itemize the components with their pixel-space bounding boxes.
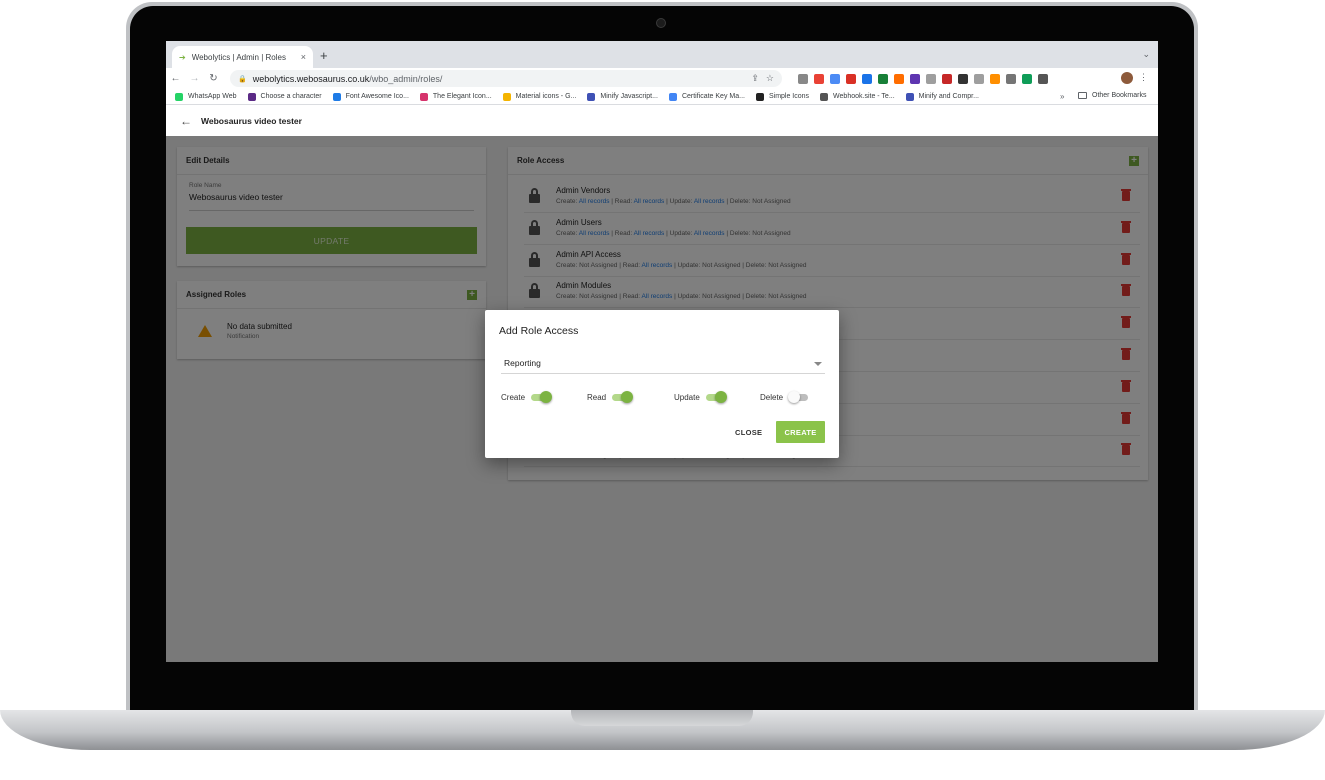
back-arrow-icon[interactable]: ← xyxy=(180,114,192,128)
bookmark-item[interactable]: The Elegant Icon... xyxy=(419,92,492,101)
bookmark-favicon-icon xyxy=(247,92,256,101)
extension-icon[interactable] xyxy=(814,73,824,84)
bookmark-favicon-icon xyxy=(332,92,341,101)
toggle-create: Create xyxy=(501,391,553,403)
bookmark-favicon-icon xyxy=(587,92,596,101)
bookmark-item[interactable]: Choose a character xyxy=(247,92,322,101)
module-select[interactable]: Reporting xyxy=(501,353,825,374)
extension-icon[interactable] xyxy=(926,73,936,84)
other-bookmarks-label: Other Bookmarks xyxy=(1092,92,1147,99)
toggle-delete: Delete xyxy=(760,391,810,403)
extension-icon[interactable] xyxy=(798,73,808,84)
tab-title: Webolytics | Admin | Roles xyxy=(191,52,286,62)
bookmark-label: Certificate Key Ma... xyxy=(681,93,745,100)
share-icon[interactable]: ⇪ xyxy=(751,73,759,84)
screen: ➔ Webolytics | Admin | Roles × + ⌄ ← → ↻… xyxy=(166,41,1158,662)
extension-icon[interactable] xyxy=(830,73,840,84)
tab-search-icon[interactable]: ⌄ xyxy=(1142,49,1150,60)
bookmark-label: Simple Icons xyxy=(768,93,810,100)
extension-icon[interactable] xyxy=(878,73,888,84)
toggle-update: Update xyxy=(674,391,727,403)
bookmark-label: Minify and Compr... xyxy=(918,93,979,100)
folder-icon xyxy=(1078,92,1087,99)
add-role-access-dialog: Add Role Access Reporting Create Read Upda… xyxy=(485,310,839,458)
profile-avatar[interactable] xyxy=(1121,72,1133,84)
bookmark-favicon-icon xyxy=(905,92,914,101)
bookmark-star-icon[interactable]: ☆ xyxy=(766,73,774,84)
browser-menu-icon[interactable]: ⋮ xyxy=(1139,72,1148,83)
bookmark-favicon-icon xyxy=(668,92,677,101)
create-button[interactable]: CREATE xyxy=(776,421,825,443)
more-bookmarks-icon[interactable]: » xyxy=(1060,92,1064,101)
laptop-notch xyxy=(571,710,753,726)
dialog-title: Add Role Access xyxy=(499,325,579,337)
close-button[interactable]: CLOSE xyxy=(727,421,770,443)
url-host: webolytics.webosaurus.co.uk xyxy=(252,73,370,84)
extension-icon[interactable] xyxy=(894,73,904,84)
bookmark-favicon-icon xyxy=(820,92,829,101)
extension-icons xyxy=(798,70,1051,87)
camera xyxy=(656,18,666,28)
extension-icon[interactable] xyxy=(846,73,856,84)
toggle-read: Read xyxy=(587,391,634,403)
extension-icon[interactable] xyxy=(910,73,920,84)
toggle-switch[interactable] xyxy=(612,391,634,403)
extension-icon[interactable] xyxy=(862,73,872,84)
browser-tabbar: ➔ Webolytics | Admin | Roles × + ⌄ xyxy=(166,41,1158,68)
toggle-label: Read xyxy=(587,392,607,402)
extension-icon[interactable] xyxy=(974,73,984,84)
webolytics-favicon-icon: ➔ xyxy=(179,52,186,62)
extension-icon[interactable] xyxy=(1038,73,1048,84)
reload-icon[interactable]: ↻ xyxy=(204,73,223,84)
toggle-label: Delete xyxy=(760,392,784,402)
tab-close-icon[interactable]: × xyxy=(301,52,306,62)
page-title: Webosaurus video tester xyxy=(201,116,302,126)
bookmark-label: Minify Javascript... xyxy=(600,93,658,100)
toggle-label: Update xyxy=(674,392,700,402)
bookmark-favicon-icon xyxy=(175,92,183,101)
bookmark-label: Font Awesome Ico... xyxy=(345,93,409,100)
browser-tab[interactable]: ➔ Webolytics | Admin | Roles × xyxy=(172,46,313,68)
toggle-switch[interactable] xyxy=(788,391,810,403)
bookmark-label: Material icons - G... xyxy=(515,93,577,100)
extension-icon[interactable] xyxy=(958,73,968,84)
url-path: /wbo_admin/roles/ xyxy=(369,73,443,84)
module-select-value: Reporting xyxy=(504,358,541,368)
bookmark-item[interactable]: Simple Icons xyxy=(755,92,810,101)
bookmarks-bar: WhatsApp Web Choose a character Font Aweso… xyxy=(166,89,1158,105)
bookmark-favicon-icon xyxy=(755,92,764,101)
bookmark-item[interactable]: Webhook.site - Te... xyxy=(820,92,895,101)
bookmark-label: Webhook.site - Te... xyxy=(833,93,895,100)
bookmark-favicon-icon xyxy=(502,92,511,101)
app-header: ← Webosaurus video tester xyxy=(166,106,1158,136)
toggle-switch[interactable] xyxy=(531,391,553,403)
bookmark-item[interactable]: Minify and Compr... xyxy=(905,92,979,101)
bookmark-item[interactable]: Material icons - G... xyxy=(502,92,577,101)
browser-toolbar: ← → ↻ 🔒 webolytics.webosaurus.co.uk/wbo_… xyxy=(166,68,1158,89)
bookmark-item[interactable]: Font Awesome Ico... xyxy=(332,92,409,101)
address-bar[interactable]: 🔒 webolytics.webosaurus.co.uk/wbo_admin/… xyxy=(230,70,782,87)
bookmark-item[interactable]: Minify Javascript... xyxy=(587,92,658,101)
bookmark-label: WhatsApp Web xyxy=(188,93,237,100)
bookmark-item[interactable]: WhatsApp Web xyxy=(175,92,237,101)
bookmark-item[interactable]: Certificate Key Ma... xyxy=(668,92,745,101)
bookmark-label: The Elegant Icon... xyxy=(432,93,492,100)
extension-icon[interactable] xyxy=(1022,73,1032,84)
extension-icon[interactable] xyxy=(1006,73,1016,84)
back-icon[interactable]: ← xyxy=(166,73,185,84)
toggle-switch[interactable] xyxy=(705,391,727,403)
lock-icon: 🔒 xyxy=(238,75,247,83)
extension-icon[interactable] xyxy=(990,73,1000,84)
forward-icon[interactable]: → xyxy=(185,73,204,84)
other-bookmarks[interactable]: Other Bookmarks xyxy=(1078,92,1146,99)
dropdown-caret-icon xyxy=(814,362,822,366)
new-tab-button[interactable]: + xyxy=(320,48,328,63)
bookmark-favicon-icon xyxy=(419,92,428,101)
extension-icon[interactable] xyxy=(942,73,952,84)
toggle-label: Create xyxy=(501,392,526,402)
bookmark-label: Choose a character xyxy=(260,93,322,100)
